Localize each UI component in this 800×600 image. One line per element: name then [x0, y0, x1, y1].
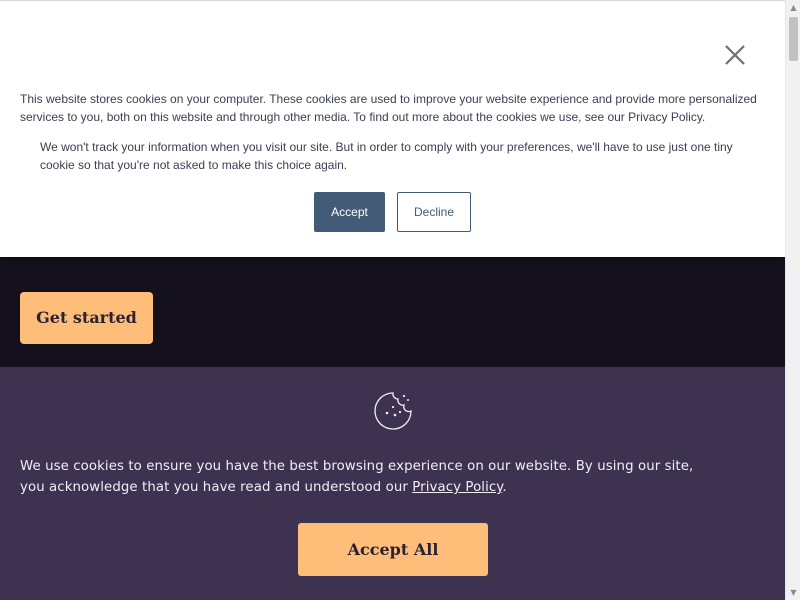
- cookie-banner-text-end: .: [502, 480, 507, 495]
- page: Get started We use cookies to ensure you…: [0, 0, 785, 600]
- accept-all-button[interactable]: Accept All: [298, 523, 488, 576]
- scroll-down-icon[interactable]: ▼: [786, 585, 800, 600]
- modal-paragraph-2: We won't track your information when you…: [40, 140, 733, 172]
- get-started-button[interactable]: Get started: [20, 292, 153, 344]
- decline-button[interactable]: Decline: [397, 192, 471, 232]
- close-icon[interactable]: [722, 42, 748, 68]
- cookie-banner-text: We use cookies to ensure you have the be…: [20, 459, 694, 495]
- scroll-thumb[interactable]: [789, 17, 798, 61]
- scroll-up-icon[interactable]: ▲: [786, 0, 800, 15]
- accept-button[interactable]: Accept: [314, 192, 385, 232]
- privacy-policy-link[interactable]: Privacy Policy: [412, 480, 502, 495]
- cookie-modal: This website stores cookies on your comp…: [0, 0, 785, 257]
- modal-paragraph-1: This website stores cookies on your comp…: [20, 92, 757, 124]
- cookie-icon: [374, 392, 412, 430]
- browser-viewport: Get started We use cookies to ensure you…: [0, 0, 800, 600]
- cookie-consent-banner: We use cookies to ensure you have the be…: [0, 367, 785, 600]
- cookie-banner-message: We use cookies to ensure you have the be…: [20, 456, 720, 498]
- scrollbar[interactable]: ▲ ▼: [785, 0, 800, 600]
